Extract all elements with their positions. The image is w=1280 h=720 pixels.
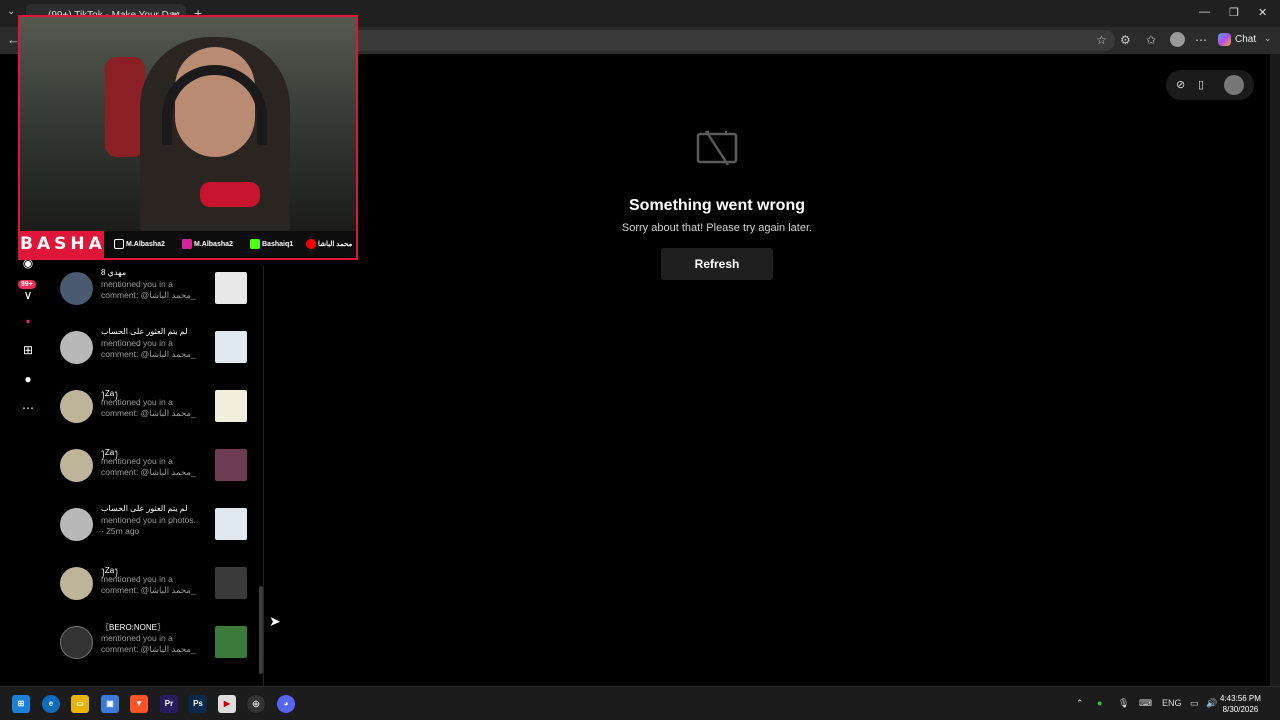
youtube-icon [306, 239, 316, 249]
minimize-icon[interactable]: — [1199, 6, 1210, 18]
post-thumbnail[interactable] [215, 626, 247, 658]
post-thumbnail[interactable] [215, 449, 247, 481]
activity-icon[interactable]: ∨ [19, 286, 37, 304]
post-thumbnail[interactable] [215, 567, 247, 599]
youtube-handle: محمد الباشا [306, 239, 352, 249]
notification-user: لم يتم العثور على الحساب [101, 504, 188, 513]
refresh-button[interactable]: Refresh [661, 248, 773, 280]
keyboard-icon[interactable]: ⌨ [1139, 698, 1152, 709]
list-item[interactable]: لم يتم العثور على الحساب mentioned you i… [60, 325, 250, 375]
notifications-panel: مهدي 8 mentioned you in a comment: @محمد… [52, 266, 264, 686]
favorites-icon[interactable]: ✩ [1146, 33, 1156, 47]
kick-handle: Bashaiq1 [250, 239, 293, 249]
notification-text: mentioned you in photos. · 25m ago [101, 515, 196, 536]
store-icon[interactable]: ▣ [101, 695, 119, 713]
post-thumbnail[interactable] [215, 272, 247, 304]
chat-button[interactable]: Chat [1218, 33, 1256, 46]
windows-start-icon[interactable]: ⊞ [12, 695, 30, 713]
compass-icon[interactable]: ⊘ [1176, 78, 1185, 91]
microphone [200, 182, 260, 207]
list-item[interactable]: مهدي 8 mentioned you in a comment: @محمد… [60, 266, 250, 316]
chevron-down-icon[interactable]: ⌄ [1264, 33, 1272, 44]
steam-icon[interactable]: ◎ [247, 695, 265, 713]
top-right-controls: ⊘ ▯ [1166, 70, 1254, 100]
notification-text: mentioned you in a comment: @محمد الباشا… [101, 279, 196, 300]
error-panel: Something went wrong Sorry about that! P… [580, 130, 854, 280]
profile-avatar-icon[interactable]: ● [19, 370, 37, 388]
restore-icon[interactable]: ❐ [1229, 6, 1239, 19]
notification-user: لم يتم العثور على الحساب [101, 327, 188, 336]
favorite-star-icon[interactable]: ☆ [1096, 33, 1107, 47]
more-icon[interactable]: ⋯ [19, 399, 37, 417]
messages-icon[interactable]: ▪ [19, 312, 37, 330]
list-item[interactable]: ꫂZaꫂ mentioned you in a comment: @محمد ا… [60, 384, 250, 434]
profile-avatar[interactable] [1170, 32, 1185, 47]
close-window-icon[interactable]: ✕ [1258, 6, 1267, 19]
list-item[interactable]: ꫂZaꫂ mentioned you in a comment: @محمد ا… [60, 443, 250, 493]
discord-icon[interactable]: ◕ [277, 695, 295, 713]
avatar [60, 626, 93, 659]
notification-text: mentioned you in a comment: @محمد الباشا… [101, 633, 196, 654]
copilot-icon [1218, 33, 1231, 46]
avatar [60, 449, 93, 482]
list-item[interactable]: ꫂZaꫂ mentioned you in a comment: @محمد ا… [60, 561, 250, 611]
clock-date: 8/30/2026 [1222, 705, 1259, 714]
avatar [60, 272, 93, 305]
scrollbar[interactable] [259, 586, 263, 674]
upload-icon[interactable]: ⊞ [19, 341, 37, 359]
chat-label: Chat [1235, 34, 1257, 46]
instagram-icon [182, 239, 192, 249]
clock[interactable]: 4:43:56 PM 8/30/2026 [1220, 693, 1261, 715]
kick-icon [250, 239, 260, 249]
brave-icon[interactable]: ▼ [130, 695, 148, 713]
file-explorer-icon[interactable]: ▭ [71, 695, 89, 713]
page-scroll-gutter [1270, 54, 1280, 686]
more-menu-icon[interactable]: ⋯ [1195, 33, 1207, 47]
post-thumbnail[interactable] [215, 331, 247, 363]
edge-icon[interactable]: e [42, 695, 60, 713]
photoshop-icon[interactable]: Ps [189, 695, 207, 713]
instagram-handle: M.Albasha2 [182, 239, 233, 249]
brand-logo: BASHA [20, 231, 104, 258]
clock-time: 4:43:56 PM [1220, 694, 1261, 703]
tiktok-handle: M.Albasha2 [114, 239, 165, 249]
premiere-icon[interactable]: Pr [160, 695, 178, 713]
list-item[interactable]: 〖BERO:NONE〗 mentioned you in a comment: … [60, 620, 250, 670]
post-thumbnail[interactable] [215, 508, 247, 540]
avatar[interactable] [1224, 75, 1244, 95]
notification-text: mentioned you in a comment: @محمد الباشا… [101, 397, 196, 418]
tiktok-icon [114, 239, 124, 249]
network-icon[interactable]: ▭ [1190, 698, 1199, 709]
taskbar: ⊞ e ▭ ▣ ▼ Pr Ps ▶ ◎ ◕ ⌃ ● 🎙 ⌨ ENG ▭ 🔊 4:… [0, 686, 1280, 720]
tray-app-icon[interactable]: ● [1097, 698, 1102, 708]
streamer-banner: BASHA M.Albasha2 M.Albasha2 Bashaiq1 محم… [20, 231, 356, 258]
extensions-icon[interactable]: ⚙ [1120, 33, 1131, 47]
list-item[interactable]: لم يتم العثور على الحساب mentioned you i… [60, 502, 250, 552]
notification-text: mentioned you in a comment: @محمد الباشا… [101, 456, 196, 477]
error-title: Something went wrong [629, 197, 805, 214]
tab-list-icon[interactable]: ⌄ [7, 6, 15, 17]
webcam-overlay: BASHA M.Albasha2 M.Albasha2 Bashaiq1 محم… [18, 15, 358, 260]
gaming-chair [105, 57, 145, 157]
avatar [60, 390, 93, 423]
phone-icon[interactable]: ▯ [1198, 78, 1204, 91]
avatar [60, 567, 93, 600]
notification-user: مهدي 8 [101, 268, 127, 277]
volume-icon[interactable]: 🔊 [1206, 698, 1217, 709]
media-app-icon[interactable]: ▶ [218, 695, 236, 713]
screen: ⌄ (99+) TikTok - Make Your Day ✕ + — ❐ ✕… [0, 0, 1280, 720]
avatar [60, 508, 93, 541]
mouse-cursor-icon: ➤ [269, 613, 281, 629]
notification-text: mentioned you in a comment: @محمد الباشا… [101, 338, 196, 359]
chevron-up-icon[interactable]: ⌃ [1076, 698, 1084, 709]
microphone-icon[interactable]: 🎙 [1118, 698, 1129, 709]
broken-screen-icon [696, 130, 738, 166]
post-thumbnail[interactable] [215, 390, 247, 422]
error-subtitle: Sorry about that! Please try again later… [621, 222, 813, 234]
language-indicator[interactable]: ENG [1162, 698, 1182, 708]
notification-text: mentioned you in a comment: @محمد الباشا… [101, 574, 196, 595]
notification-user: 〖BERO:NONE〗 [101, 623, 166, 632]
avatar [60, 331, 93, 364]
